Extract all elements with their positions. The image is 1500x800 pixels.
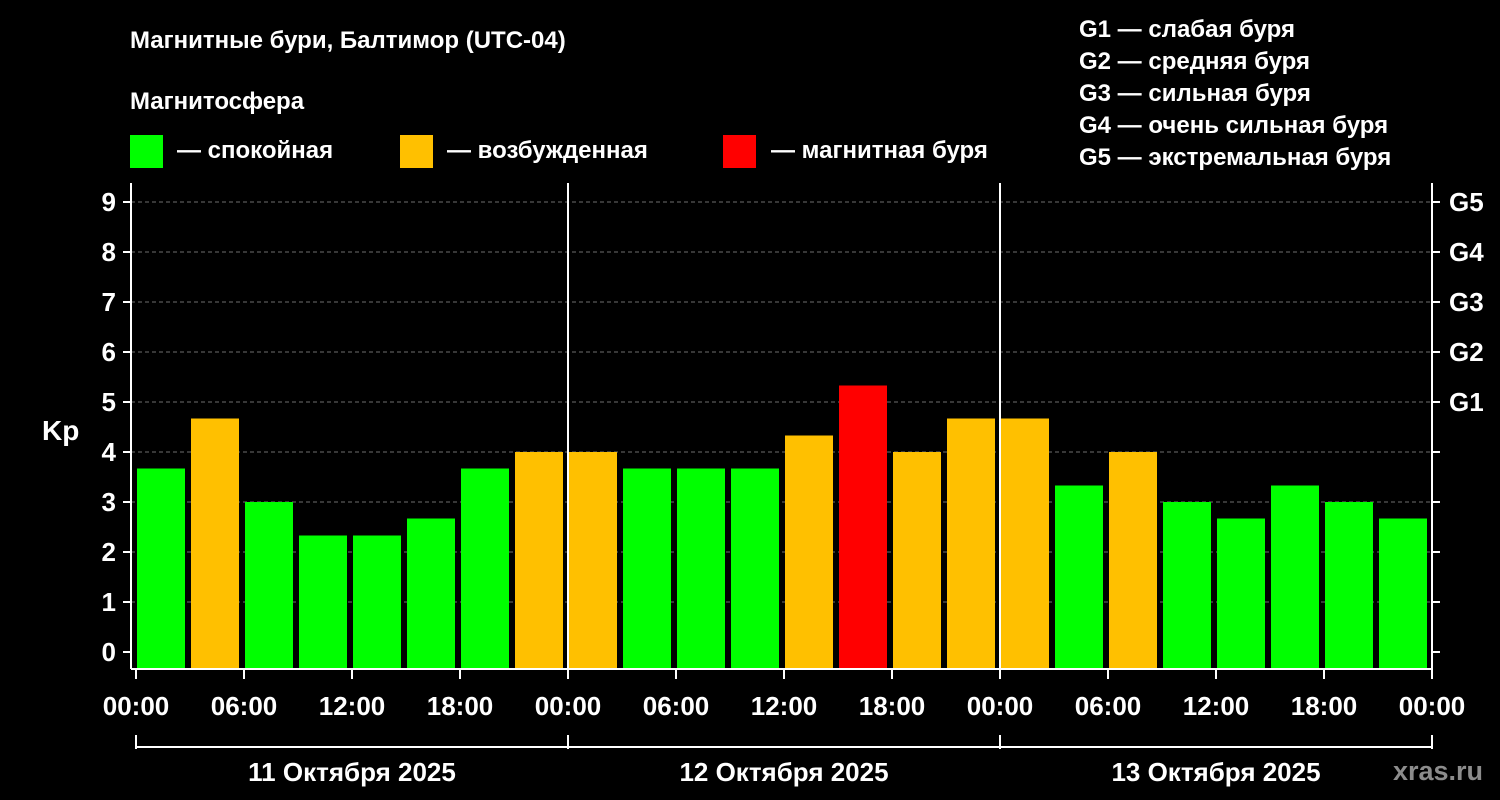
x-tick-label: 12:00 <box>751 691 818 721</box>
y-axis-label: Kp <box>42 415 79 446</box>
y-tick-label: 7 <box>102 287 116 317</box>
kp-bar <box>623 468 671 669</box>
legend-label-active: — возбужденная <box>447 137 648 164</box>
legend: — спокойная — возбужденная — магнитная б… <box>130 135 988 168</box>
x-tick-label: 06:00 <box>1075 691 1142 721</box>
kp-bar <box>191 418 239 669</box>
kp-chart: Магнитные бури, Балтимор (UTC-04) Магнит… <box>42 16 1484 787</box>
day-label: 13 Октября 2025 <box>1111 757 1320 787</box>
kp-bar <box>137 468 185 669</box>
x-tick-label: 06:00 <box>643 691 710 721</box>
x-tick-label: 12:00 <box>319 691 386 721</box>
day-label: 12 Октября 2025 <box>679 757 888 787</box>
legend-label-quiet: — спокойная <box>177 137 333 164</box>
y-tick-label: 3 <box>102 487 116 517</box>
storm-scale-g1: G1 — слабая буря <box>1079 16 1295 43</box>
x-tick-label: 00:00 <box>103 691 170 721</box>
legend-label-storm: — магнитная буря <box>771 137 988 164</box>
storm-level-label: G4 <box>1449 237 1484 267</box>
kp-bar <box>677 468 725 669</box>
kp-bar <box>1217 518 1265 669</box>
y-tick-label: 9 <box>102 187 116 217</box>
kp-bar <box>299 535 347 669</box>
y-tick-label: 2 <box>102 537 116 567</box>
day-label: 11 Октября 2025 <box>248 757 456 787</box>
storm-scale-g5: G5 — экстремальная буря <box>1079 144 1391 171</box>
storm-level-label: G3 <box>1449 287 1484 317</box>
y-tick-label: 0 <box>102 637 116 667</box>
kp-bar <box>1271 485 1319 669</box>
storm-level-label: G2 <box>1449 337 1484 367</box>
kp-bar <box>407 518 455 669</box>
kp-bar <box>1109 452 1157 669</box>
kp-bar <box>893 452 941 669</box>
chart-subtitle: Магнитосфера <box>130 88 305 115</box>
legend-swatch-active <box>400 135 433 168</box>
kp-bar <box>461 468 509 669</box>
kp-bar <box>515 452 563 669</box>
x-tick-label: 06:00 <box>211 691 278 721</box>
storm-scale-g2: G2 — средняя буря <box>1079 48 1310 75</box>
x-tick-label: 00:00 <box>967 691 1034 721</box>
kp-bar <box>1001 418 1049 669</box>
storm-scale-g4: G4 — очень сильная буря <box>1079 112 1388 139</box>
x-tick-label: 18:00 <box>427 691 494 721</box>
x-tick-label: 18:00 <box>1291 691 1358 721</box>
x-tick-label: 12:00 <box>1183 691 1250 721</box>
kp-bar <box>839 385 887 669</box>
kp-bar <box>245 502 293 669</box>
kp-bar <box>569 452 617 669</box>
kp-bar <box>1055 485 1103 669</box>
kp-bar <box>1325 502 1373 669</box>
storm-level-label: G5 <box>1449 187 1484 217</box>
y-tick-label: 1 <box>102 587 116 617</box>
y-tick-label: 5 <box>102 387 116 417</box>
chart-title: Магнитные бури, Балтимор (UTC-04) <box>130 27 566 54</box>
kp-bar <box>1163 502 1211 669</box>
legend-swatch-storm <box>723 135 756 168</box>
y-tick-label: 4 <box>102 437 117 467</box>
kp-bar <box>353 535 401 669</box>
kp-bar <box>1379 518 1427 669</box>
x-tick-label: 18:00 <box>859 691 926 721</box>
legend-swatch-quiet <box>130 135 163 168</box>
storm-scale-g3: G3 — сильная буря <box>1079 80 1311 107</box>
storm-level-label: G1 <box>1449 387 1484 417</box>
kp-bar <box>785 435 833 669</box>
y-tick-label: 6 <box>102 337 116 367</box>
storm-scale-list: G1 — слабая буря G2 — средняя буря G3 — … <box>1079 16 1391 171</box>
x-tick-label: 00:00 <box>535 691 602 721</box>
watermark: xras.ru <box>1393 756 1483 786</box>
y-tick-label: 8 <box>102 237 116 267</box>
x-tick-label: 00:00 <box>1399 691 1466 721</box>
kp-bar <box>947 418 995 669</box>
kp-bar <box>731 468 779 669</box>
bars <box>137 385 1427 669</box>
